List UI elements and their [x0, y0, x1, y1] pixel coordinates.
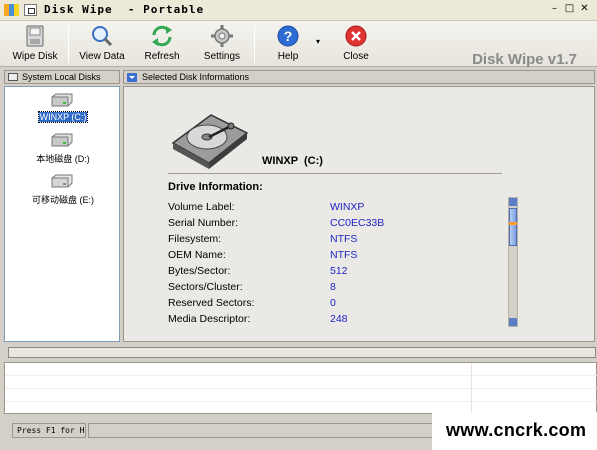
removable-drive-icon [51, 174, 73, 188]
watermark-box: www.cncrk.com [432, 412, 597, 450]
drive-label-d: 本地磁盘 (D:) [5, 152, 121, 165]
divider [168, 173, 502, 174]
info-value: CC0EC33B [330, 217, 385, 229]
wipe-disk-button[interactable]: Wipe Disk [6, 21, 64, 67]
info-row-volume-label: Volume Label: WINXP [168, 201, 488, 217]
info-row-serial-number: Serial Number: CC0EC33B [168, 217, 488, 233]
info-key: Bytes/Sector: [168, 265, 231, 277]
info-value: 248 [330, 313, 348, 325]
help-button[interactable]: ? Help [262, 21, 314, 67]
settings-icon [211, 25, 233, 47]
app-icon [4, 4, 19, 16]
scroll-position-marker [509, 222, 517, 225]
drive-item-e[interactable]: 可移动磁盘 (E:) [5, 174, 121, 206]
disk-app-icon[interactable] [24, 4, 37, 16]
log-list[interactable] [4, 362, 597, 414]
view-data-button[interactable]: View Data [74, 21, 130, 67]
computer-icon [8, 73, 18, 81]
window-title: Disk Wipe - Portable [44, 3, 205, 16]
info-value: WINXP [330, 201, 365, 213]
close-label: Close [343, 51, 369, 62]
drive-item-c[interactable]: WINXP (C:) [5, 93, 121, 125]
hard-drive-icon [51, 133, 73, 147]
info-row-bytes-sector: Bytes/Sector: 512 [168, 265, 488, 281]
drive-label-text: 可移动磁盘 (E:) [32, 195, 94, 205]
status-text: Press F1 for He [12, 423, 86, 438]
info-row-sectors-cluster: Sectors/Cluster: 8 [168, 281, 488, 297]
settings-label: Settings [203, 51, 241, 62]
log-row-line [5, 375, 597, 376]
view-data-icon [92, 26, 113, 47]
help-icon: ? [277, 25, 299, 47]
refresh-button[interactable]: Refresh [136, 21, 188, 67]
disk-info-panel: WINXP (C:) Drive Information: Volume Lab… [123, 86, 595, 342]
hard-drive-icon [51, 93, 73, 107]
log-column-divider [471, 363, 472, 413]
scroll-thumb[interactable] [509, 208, 517, 246]
wipe-disk-label: Wipe Disk [12, 51, 58, 62]
info-key: Media Descriptor: [168, 313, 251, 325]
scroll-up-button[interactable] [509, 198, 517, 206]
info-key: Serial Number: [168, 217, 239, 229]
drive-item-d[interactable]: 本地磁盘 (D:) [5, 133, 121, 165]
status-pane [88, 423, 438, 438]
settings-button[interactable]: Settings [194, 21, 250, 67]
drive-label-c: WINXP (C:) [5, 111, 121, 123]
info-value: NTFS [330, 249, 358, 261]
refresh-label: Refresh [144, 51, 180, 62]
info-value: 0 [330, 297, 336, 309]
close-icon [345, 25, 367, 47]
maximize-button[interactable]: □ [563, 3, 576, 16]
selected-disk-title: Selected Disk Informations [142, 72, 250, 82]
refresh-icon [152, 25, 172, 47]
toolbar: Wipe Disk View Data Refresh Settings ? H… [0, 21, 597, 68]
app-brand: Disk Wipe v1.7 [472, 51, 577, 68]
window-close-button[interactable]: ✕ [578, 3, 591, 16]
drive-info-title: Drive Information: [168, 181, 263, 193]
drive-label-text: WINXP (C:) [37, 111, 89, 123]
info-value: NTFS [330, 233, 358, 245]
info-arrow-icon [127, 73, 137, 82]
close-button[interactable]: Close [330, 21, 382, 67]
svg-text:?: ? [284, 28, 293, 44]
info-value: 8 [330, 281, 336, 293]
info-row-filesystem: Filesystem: NTFS [168, 233, 488, 249]
log-row-line [5, 388, 597, 389]
info-row-reserved-sectors: Reserved Sectors: 0 [168, 297, 488, 313]
toolbar-separator [254, 25, 255, 63]
info-scrollbar[interactable] [508, 197, 518, 327]
help-label: Help [277, 51, 299, 62]
info-key: Sectors/Cluster: [168, 281, 243, 293]
drive-label-text: 本地磁盘 (D:) [36, 154, 90, 164]
help-dropdown-arrow[interactable]: ▾ [316, 37, 320, 46]
title-bar[interactable]: Disk Wipe - Portable – □ ✕ [0, 0, 597, 21]
app-window: Disk Wipe - Portable – □ ✕ Wipe Disk Vie… [0, 0, 597, 450]
wipe-progress-bar [8, 347, 596, 358]
hard-disk-image [171, 114, 249, 169]
log-row-line [5, 401, 597, 402]
info-value: 512 [330, 265, 348, 277]
local-disks-header: System Local Disks [4, 70, 120, 84]
disk-name: WINXP (C:) [262, 155, 323, 167]
info-key: OEM Name: [168, 249, 226, 261]
info-key: Reserved Sectors: [168, 297, 255, 309]
toolbar-separator [68, 25, 69, 63]
info-row-oem-name: OEM Name: NTFS [168, 249, 488, 265]
local-disks-title: System Local Disks [22, 72, 101, 82]
info-key: Filesystem: [168, 233, 222, 245]
view-data-label: View Data [79, 51, 125, 62]
drive-list: WINXP (C:) 本地磁盘 (D:) 可移动磁盘 (E:) [4, 86, 120, 342]
watermark: www.cncrk.com [446, 420, 587, 440]
wipe-disk-icon [26, 25, 44, 47]
info-key: Volume Label: [168, 201, 235, 213]
drive-label-e: 可移动磁盘 (E:) [5, 193, 121, 206]
minimize-button[interactable]: – [548, 3, 561, 16]
scroll-down-button[interactable] [509, 318, 517, 326]
selected-disk-header: Selected Disk Informations [123, 70, 595, 84]
info-row-media-descriptor: Media Descriptor: 248 [168, 313, 488, 329]
